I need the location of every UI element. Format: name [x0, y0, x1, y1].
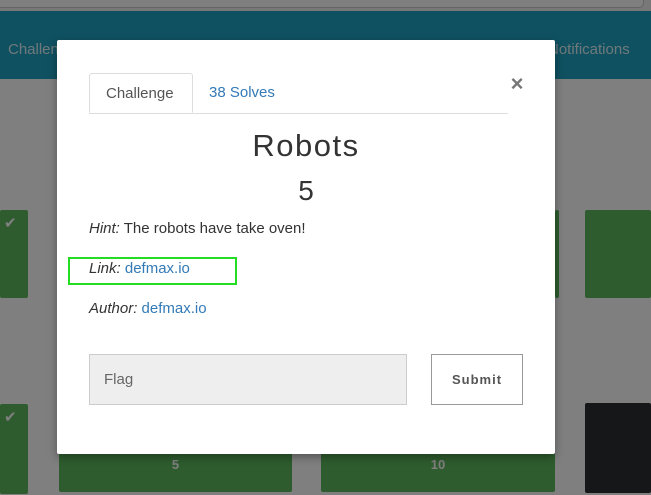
author-line: Author: defmax.io: [89, 300, 207, 317]
submit-button[interactable]: Submit: [431, 354, 523, 405]
hint-line: Hint: The robots have take oven!: [89, 220, 306, 237]
tab-solves[interactable]: 38 Solves: [193, 73, 291, 113]
hint-text: The robots have take oven!: [123, 220, 306, 237]
author-link[interactable]: defmax.io: [142, 300, 207, 317]
author-label: Author:: [89, 300, 138, 317]
challenge-title: Robots: [252, 128, 360, 163]
flag-input[interactable]: [89, 354, 407, 405]
hint-label: Hint:: [89, 220, 120, 237]
tab-challenge[interactable]: Challenge: [89, 73, 193, 113]
close-button[interactable]: ×: [507, 73, 527, 95]
link-label: Link:: [89, 260, 121, 277]
challenge-modal: Challenge 38 Solves × Robots 5 Hint: The…: [57, 40, 555, 454]
modal-tabs: Challenge 38 Solves: [89, 73, 508, 114]
link-url[interactable]: defmax.io: [125, 260, 190, 277]
challenge-value: 5: [298, 175, 314, 206]
link-line: Link: defmax.io: [89, 260, 190, 277]
